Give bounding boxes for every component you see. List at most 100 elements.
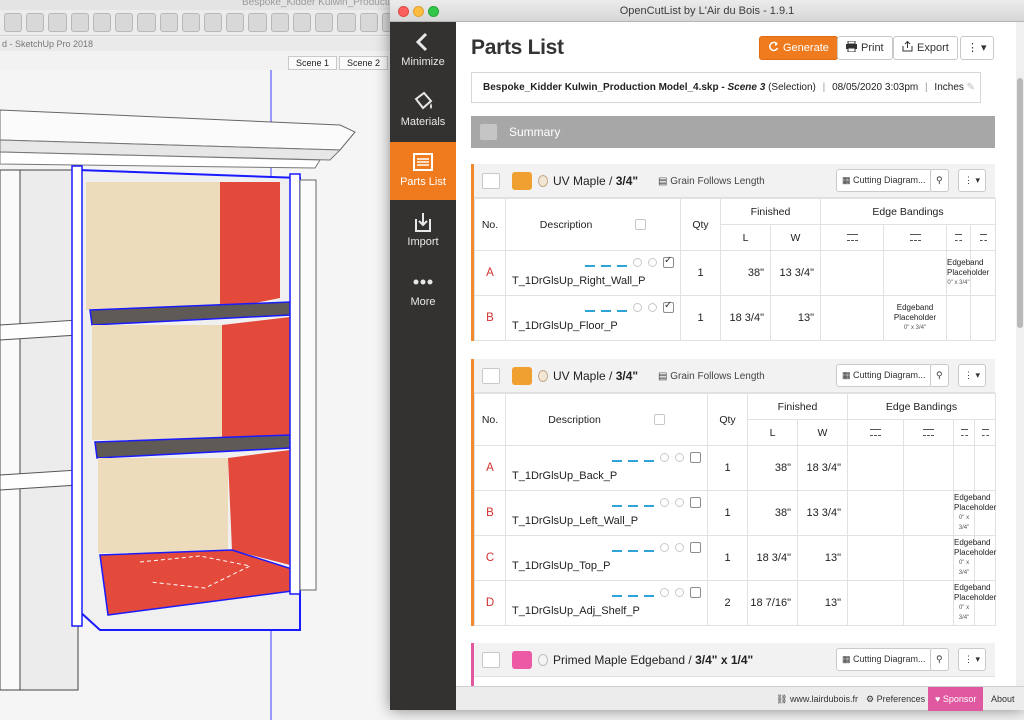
extension-icon[interactable] (337, 13, 356, 32)
dimension-icon[interactable] (628, 453, 638, 462)
sidebar-item-minimize[interactable]: Minimize (390, 22, 456, 80)
group-settings-button[interactable]: ⚲ (930, 364, 949, 387)
edit-pencil-icon[interactable] (675, 498, 684, 507)
group-settings-button[interactable]: ⚲ (930, 648, 949, 671)
dimension-icon[interactable] (601, 303, 611, 312)
cutting-diagram-button[interactable]: ▦ Cutting Diagram... (836, 364, 932, 387)
edit-pencil-icon[interactable] (648, 258, 657, 267)
cutting-diagram-button[interactable]: ▦ Cutting Diagram... (836, 169, 932, 192)
push-pull-tool-icon[interactable] (115, 13, 134, 32)
scale-tool-icon[interactable] (181, 13, 200, 32)
dimension-icon[interactable] (628, 588, 638, 597)
rotate-icon[interactable] (644, 543, 654, 552)
rectangle-tool-icon[interactable] (70, 13, 89, 32)
minimize-window-button[interactable] (413, 6, 424, 17)
search-icon[interactable] (633, 258, 642, 267)
table-row[interactable]: B T_1DrGlsUp_Left_Wall_P 1 38" 13 3/4" Edgeba… (474, 490, 996, 536)
edit-pencil-icon[interactable] (675, 453, 684, 462)
select-tool-icon[interactable] (4, 13, 23, 32)
dimension-icon[interactable] (601, 258, 611, 267)
group-menu-button[interactable]: ⋮ ▾ (958, 169, 987, 192)
pencil-icon[interactable]: ✎ (967, 82, 975, 93)
website-link[interactable]: ⛓ www.lairdubois.fr (776, 687, 858, 711)
search-icon[interactable] (660, 543, 669, 552)
scene-tab-2[interactable]: Scene 2 (339, 56, 389, 70)
pan-tool-icon[interactable] (270, 13, 289, 32)
paint-tool-icon[interactable] (226, 13, 245, 32)
sidebar-item-import[interactable]: Import (390, 202, 456, 260)
part-select-checkbox[interactable] (663, 300, 674, 313)
summary-bar[interactable]: Summary (471, 116, 995, 148)
eye-slash-icon[interactable] (482, 173, 500, 189)
edit-pencil-icon[interactable] (675, 543, 684, 552)
group-menu-button[interactable]: ⋮ ▾ (958, 364, 987, 387)
tape-tool-icon[interactable] (203, 13, 223, 32)
grain-direction-icon[interactable] (612, 453, 622, 462)
maximize-window-button[interactable] (428, 6, 439, 17)
edit-pencil-icon[interactable] (648, 303, 657, 312)
search-icon[interactable] (660, 498, 669, 507)
table-row[interactable]: C T_1DrGlsUp_Top_P 1 18 3/4" 13" Edgeband Pla… (474, 535, 996, 581)
grain-direction-icon[interactable] (612, 588, 622, 597)
more-options-button[interactable]: ⋮ ▾ (960, 36, 994, 60)
scrollbar-thumb[interactable] (1017, 78, 1023, 328)
orbit-tool-icon[interactable] (248, 13, 267, 32)
select-all-checkbox[interactable] (635, 218, 647, 230)
eye-slash-icon[interactable] (482, 368, 500, 384)
zoom-tool-icon[interactable] (292, 13, 312, 32)
line-tool-icon[interactable] (48, 13, 67, 32)
eraser-tool-icon[interactable] (26, 13, 45, 32)
part-length: 18 3/4" (747, 535, 798, 581)
model-viewport[interactable] (0, 70, 400, 720)
generate-button[interactable]: Generate (759, 36, 838, 60)
table-row[interactable]: A T_1DrGlsUp_Right_Wall_P 138"13 3/4" Edgeb… (474, 250, 997, 296)
grain-direction-icon[interactable] (612, 543, 622, 552)
eye-icon[interactable] (480, 124, 497, 140)
scrollbar[interactable] (1016, 22, 1024, 686)
ruby-icon[interactable] (359, 13, 378, 32)
group-menu-button[interactable]: ⋮ ▾ (958, 648, 987, 671)
part-select-checkbox[interactable] (663, 255, 674, 268)
grain-direction-icon[interactable] (612, 498, 622, 507)
sidebar-item-materials[interactable]: Materials (390, 82, 456, 140)
select-all-checkbox[interactable] (653, 413, 665, 425)
move-tool-icon[interactable] (137, 13, 156, 32)
part-select-checkbox[interactable] (690, 497, 701, 508)
circle-tool-icon[interactable] (92, 13, 112, 32)
part-select-checkbox[interactable] (690, 542, 701, 553)
close-window-button[interactable] (398, 6, 409, 17)
scene-tab-1[interactable]: Scene 1 (288, 56, 338, 70)
print-button[interactable]: Print (837, 36, 893, 60)
preferences-link[interactable]: ⚙ Preferences (866, 687, 925, 711)
rotate-tool-icon[interactable] (159, 13, 178, 32)
rotate-icon[interactable] (617, 303, 627, 312)
dimension-icon[interactable] (628, 543, 638, 552)
rotate-icon[interactable] (644, 498, 654, 507)
table-row[interactable]: D T_1DrGlsUp_Adj_Shelf_P 2 18 7/16" 13" Edgeb… (474, 580, 996, 626)
rotate-icon[interactable] (644, 453, 654, 462)
sidebar-item-more[interactable]: More (390, 262, 456, 320)
sponsor-button[interactable]: ♥ Sponsor (928, 687, 984, 711)
dimension-icon[interactable] (628, 498, 638, 507)
part-number: D (474, 580, 506, 626)
part-select-checkbox[interactable] (690, 452, 701, 463)
eye-slash-icon[interactable] (482, 652, 500, 668)
rotate-icon[interactable] (617, 258, 627, 267)
ocl-titlebar: OpenCutList by L'Air du Bois - 1.9.1 (390, 0, 1024, 22)
grain-direction-icon[interactable] (585, 258, 595, 267)
warehouse-icon[interactable] (315, 13, 334, 32)
about-link[interactable]: About (991, 687, 1015, 711)
group-settings-button[interactable]: ⚲ (930, 169, 949, 192)
table-row[interactable]: A T_1DrGlsUp_Back_P 1 38" 18 3/4" (474, 445, 997, 491)
table-row[interactable]: B T_1DrGlsUp_Floor_P 118 3/4"13" Edgeband P… (474, 295, 997, 341)
search-icon[interactable] (660, 588, 669, 597)
export-button[interactable]: Export (893, 36, 958, 60)
cutting-diagram-button[interactable]: ▦ Cutting Diagram... (836, 648, 932, 671)
search-icon[interactable] (660, 453, 669, 462)
sidebar-item-parts-list[interactable]: Parts List (390, 142, 456, 200)
grain-direction-icon[interactable] (585, 303, 595, 312)
rotate-icon[interactable] (644, 588, 654, 597)
search-icon[interactable] (633, 303, 642, 312)
edit-pencil-icon[interactable] (675, 588, 684, 597)
part-select-checkbox[interactable] (690, 587, 701, 598)
